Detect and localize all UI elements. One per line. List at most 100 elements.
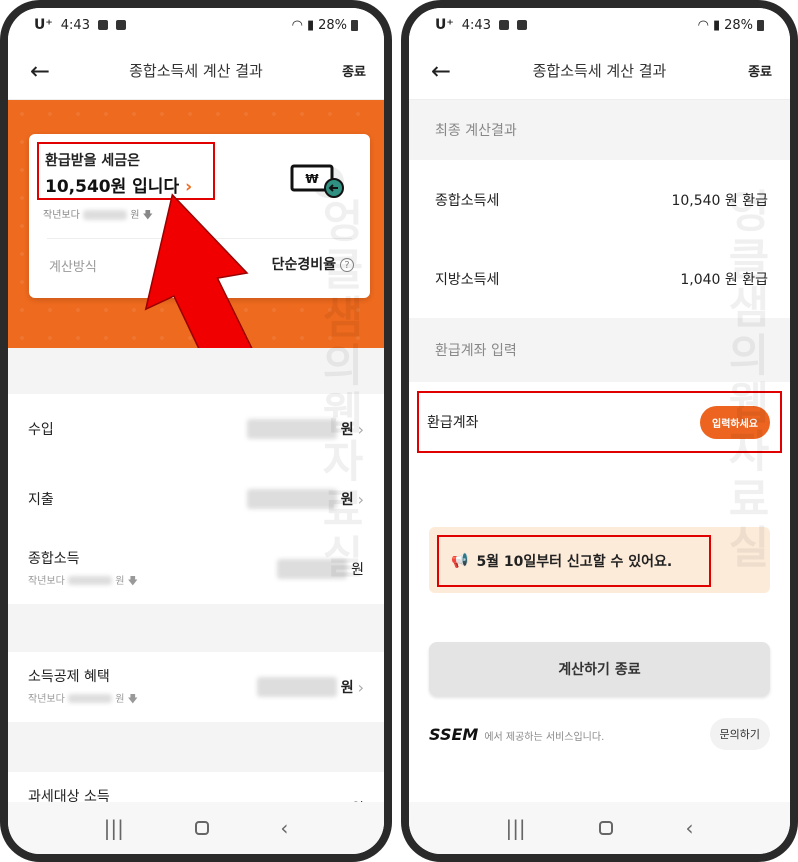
blurred-value [68,576,112,585]
status-bar: U⁺ 4:43 ◠ ▮ 28% [409,8,790,42]
section-gap [8,604,384,652]
expense-value: 원 › [246,489,364,509]
final-result-header: 최종 계산결과 [409,100,790,160]
unit: 원 [340,492,354,508]
megaphone-icon: 📢 [451,553,469,569]
down-arrow-icon: 🡇 [127,575,138,587]
battery-icon [757,19,764,31]
page-title: 종합소득세 계산 결과 [129,62,263,80]
income-tax-label: 종합소득세 [435,193,500,209]
notice-highlight-box: 📢 5월 10일부터 신고할 수 있어요. [437,535,711,587]
back-arrow-icon[interactable]: ← [30,57,50,85]
chevron-right-icon: › [357,489,364,509]
footer-text: 에서 제공하는 서비스입니다. [484,731,605,743]
clock: 4:43 [461,17,491,33]
refund-account-row[interactable]: 환급계좌 입력하세요 [417,391,782,453]
deduction-value: 원 › [256,677,364,697]
income-tax-row: 종합소득세 10,540 원 환급 [409,160,790,240]
shopping-bag-icon [115,20,126,30]
deduction-label: 소득공제 혜택 [28,668,110,685]
system-nav-bar: ||| ‹ [8,802,384,854]
section-gap [8,348,384,394]
chevron-right-icon: › [357,419,364,439]
left-screen: U⁺ 4:43 ◠ ▮ 28% ← 종합소득세 계산 결과 종료 환급받을 세금… [8,8,384,854]
compare-unit: 원 [115,575,125,587]
blurred-value [277,559,348,579]
carrier-label: U⁺ [435,17,454,33]
total-income-row: 종합소득 작년보다 원 🡇 원 [8,534,384,604]
ssem-logo: SSEM [429,724,479,744]
recents-icon[interactable]: ||| [104,816,124,840]
contact-button[interactable]: 문의하기 [709,718,770,750]
system-nav-bar: ||| ‹ [409,802,790,854]
signal-icon: ▮ [712,17,721,33]
refund-account-label: 환급계좌 [427,415,479,431]
gallery-icon [97,20,108,30]
local-tax-label: 지방소득세 [435,272,500,288]
total-income-label: 종합소득 [28,550,80,567]
footer: SSEM 에서 제공하는 서비스입니다. 문의하기 [429,716,770,752]
method-value-text: 단순경비율 [271,257,336,273]
down-arrow-icon: 🡇 [127,693,138,705]
wifi-icon: ◠ [697,17,709,33]
unit: 원 [340,422,354,438]
home-icon[interactable] [195,821,210,835]
wifi-icon: ◠ [291,17,303,33]
filing-notice: 📢 5월 10일부터 신고할 수 있어요. [429,527,770,593]
close-button[interactable]: 종료 [748,61,772,80]
page-title: 종합소득세 계산 결과 [532,62,667,80]
svg-text:₩: ₩ [305,172,319,186]
carrier-label: U⁺ [34,17,53,33]
method-value[interactable]: 단순경비율? [272,254,354,274]
app-bar: ← 종합소득세 계산 결과 종료 [8,42,384,100]
signal-icon: ▮ [306,17,315,33]
section-gap [8,722,384,772]
home-icon[interactable] [598,821,613,835]
compare-unit: 원 [115,693,125,705]
nav-back-icon[interactable]: ‹ [686,816,694,840]
help-icon[interactable]: ? [340,258,354,272]
income-label: 수입 [28,422,54,438]
method-label: 계산방식 [49,260,97,275]
notice-text: 5월 10일부터 신고할 수 있어요. [476,554,673,570]
income-tax-value: 10,540 원 환급 [671,193,768,209]
deduction-row[interactable]: 소득공제 혜택 작년보다 원 🡇 원 › [8,652,384,722]
right-screen: U⁺ 4:43 ◠ ▮ 28% ← 종합소득세 계산 결과 종료 최종 계산결과… [409,8,790,854]
recents-icon[interactable]: ||| [505,816,525,840]
chevron-right-icon: › [357,677,364,697]
compare-prefix: 작년보다 [28,575,65,587]
local-tax-row: 지방소득세 1,040 원 환급 [409,240,790,318]
unit: 원 [351,562,364,578]
income-value: 원 › [246,419,364,439]
won-refund-icon: ₩ [290,164,344,198]
enter-account-button[interactable]: 입력하세요 [700,405,770,439]
unit: 원 [340,680,354,696]
right-phone: U⁺ 4:43 ◠ ▮ 28% ← 종합소득세 계산 결과 종료 최종 계산결과… [401,0,798,862]
left-phone: U⁺ 4:43 ◠ ▮ 28% ← 종합소득세 계산 결과 종료 환급받을 세금… [0,0,392,862]
blurred-value [256,677,337,697]
battery-percent: 28% [318,17,347,33]
compare-last-year: 작년보다 원 🡇 [28,690,138,709]
nav-back-icon[interactable]: ‹ [280,816,288,840]
refund-label: 환급받을 세금은 [45,153,141,169]
income-row[interactable]: 수입 원 › [8,394,384,464]
local-tax-value: 1,040 원 환급 [680,272,768,288]
expense-row[interactable]: 지출 원 › [8,464,384,534]
blurred-value [246,489,337,509]
compare-prefix: 작년보다 [43,210,80,221]
battery-icon [351,19,358,31]
status-bar: U⁺ 4:43 ◠ ▮ 28% [8,8,384,42]
account-section-header: 환급계좌 입력 [409,318,790,382]
blurred-value [68,694,112,703]
back-arrow-icon[interactable]: ← [431,57,451,85]
total-income-value: 원 [277,559,364,579]
close-button[interactable]: 종료 [342,61,366,80]
expense-label: 지출 [28,492,54,508]
gallery-icon [498,20,509,30]
finish-calculation-button[interactable]: 계산하기 종료 [429,642,770,696]
battery-percent: 28% [724,17,753,33]
compare-prefix: 작년보다 [28,693,65,705]
blurred-value [83,210,127,220]
app-bar: ← 종합소득세 계산 결과 종료 [409,42,790,100]
compare-last-year: 작년보다 원 🡇 [28,572,138,591]
